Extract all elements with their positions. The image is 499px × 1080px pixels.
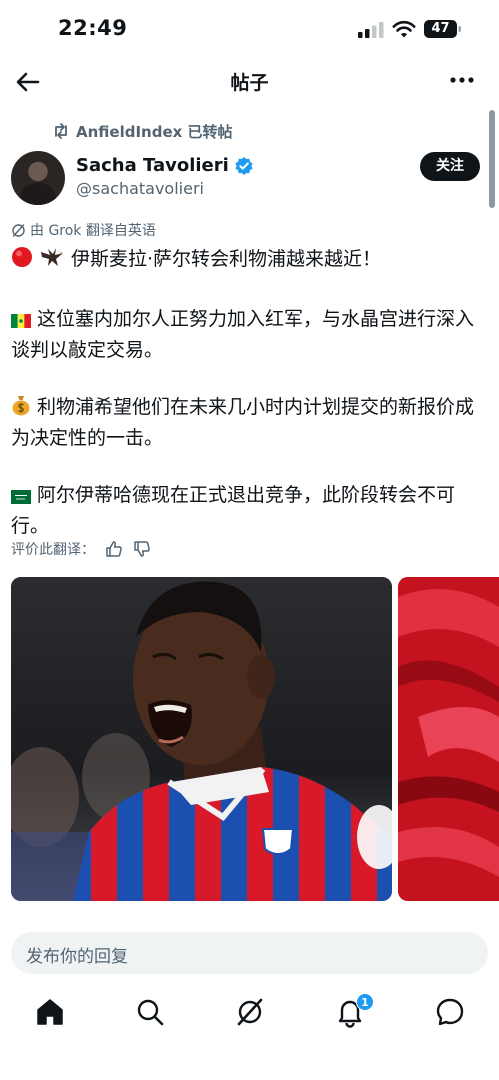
thumbs-up-icon[interactable] <box>105 540 123 558</box>
tweet-text: 伊斯麦拉·萨尔转会利物浦越来越近！ 这位塞内加尔人正努力加入红军，与水晶宫进行深… <box>11 245 489 541</box>
tweet-paragraph: 伊斯麦拉·萨尔转会利物浦越来越近！ <box>11 245 489 277</box>
status-bar: 22:49 47 <box>0 0 499 60</box>
search-icon[interactable] <box>134 996 166 1028</box>
post-photo-secondary[interactable] <box>398 577 499 901</box>
avatar[interactable] <box>11 151 65 205</box>
author-handle[interactable]: @sachatavolieri <box>76 179 204 198</box>
grok-icon[interactable] <box>234 996 266 1028</box>
verified-badge-icon <box>235 156 253 175</box>
tweet-line-1: 伊斯麦拉·萨尔转会利物浦越来越近！ <box>71 248 382 270</box>
translation-note: 由 Grok 翻译自英语 <box>11 220 156 240</box>
follow-button[interactable]: 关注 <box>420 152 480 181</box>
rate-label: 评价此翻译： <box>11 542 95 558</box>
eagle-icon <box>39 246 65 277</box>
senegal-flag-icon <box>11 308 31 337</box>
rate-translation: 评价此翻译： <box>11 539 151 559</box>
tweet-paragraph: 阿尔伊蒂哈德现在正式退出竞争，此阶段转会不可行。 <box>11 481 489 541</box>
grok-icon <box>12 223 25 237</box>
money-bag-icon <box>11 394 31 425</box>
repost-icon <box>55 123 67 139</box>
repost-indicator[interactable]: AnfieldIndex 已转帖 <box>52 120 233 142</box>
battery-indicator: 47 <box>424 20 462 38</box>
author-name[interactable]: Sacha Tavolieri <box>76 155 254 176</box>
player-photo <box>11 577 392 901</box>
status-time: 22:49 <box>58 16 128 40</box>
tweet-paragraph: 这位塞内加尔人正努力加入红军，与水晶宫进行深入谈判以敲定交易。 <box>11 305 489 365</box>
red-circle-icon <box>11 246 33 277</box>
notification-badge: 1 <box>356 993 374 1011</box>
battery-level: 47 <box>431 21 450 36</box>
tweet-paragraph: 利物浦希望他们在未来几小时内计划提交的新报价成为决定性的一击。 <box>11 393 489 453</box>
page-title: 帖子 <box>230 72 269 94</box>
wifi-icon <box>392 20 416 38</box>
saudi-flag-icon <box>11 484 31 513</box>
reply-placeholder: 发布你的回复 <box>26 947 128 967</box>
translation-note-text: 由 Grok 翻译自英语 <box>30 223 156 239</box>
post-photo-player[interactable] <box>11 577 392 901</box>
nav-bar: 帖子 <box>0 60 499 104</box>
scrollbar[interactable] <box>489 110 495 208</box>
more-dots-icon[interactable] <box>449 74 475 86</box>
red-swirl-photo <box>398 577 499 901</box>
author-name-text: Sacha Tavolieri <box>76 155 229 176</box>
thumbs-down-icon[interactable] <box>133 540 151 558</box>
tweet-line-4: 阿尔伊蒂哈德现在正式退出竞争，此阶段转会不可行。 <box>11 483 456 538</box>
signal-icon <box>358 22 384 38</box>
reply-input[interactable]: 发布你的回复 <box>11 932 488 974</box>
messages-icon[interactable] <box>434 996 466 1028</box>
bottom-tab-bar <box>0 990 499 1034</box>
tweet-line-3: 利物浦希望他们在未来几小时内计划提交的新报价成为决定性的一击。 <box>11 395 475 450</box>
home-icon[interactable] <box>34 996 66 1028</box>
tweet-line-2: 这位塞内加尔人正努力加入红军，与水晶宫进行深入谈判以敲定交易。 <box>11 307 475 362</box>
repost-text: AnfieldIndex 已转帖 <box>76 122 233 141</box>
